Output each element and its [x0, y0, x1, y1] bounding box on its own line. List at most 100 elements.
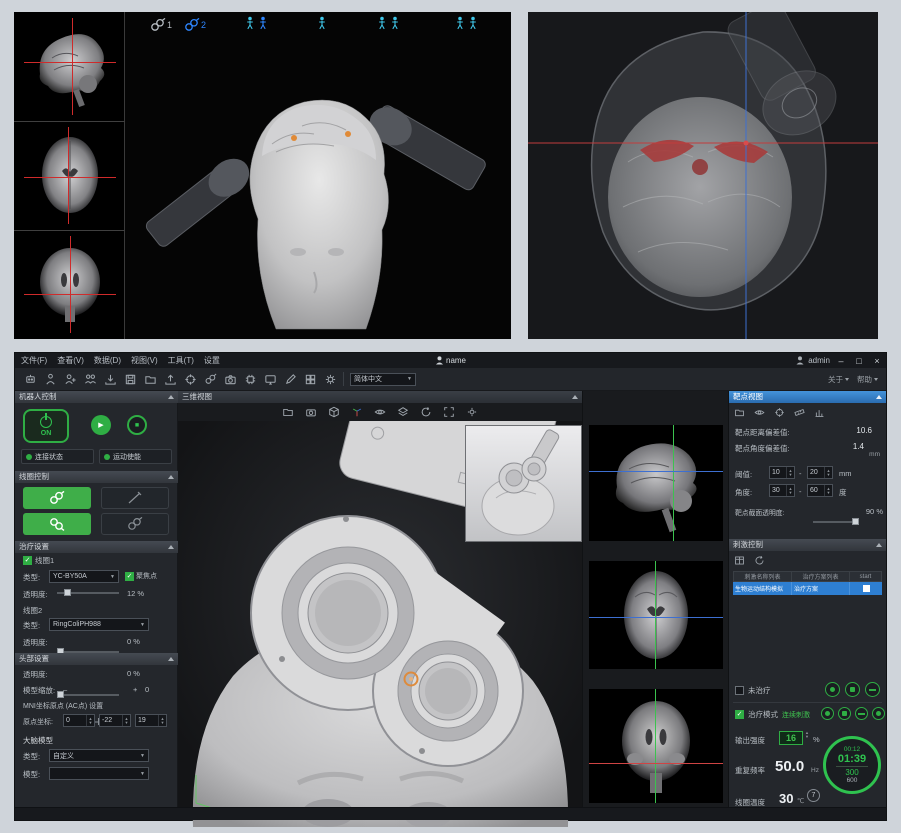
folder-icon[interactable]	[733, 406, 746, 419]
session-button-1[interactable]	[825, 682, 840, 697]
coil-2-indicator[interactable]: 2	[184, 18, 206, 32]
minus-icon[interactable]: –	[63, 685, 67, 694]
coil-mode-button-3[interactable]	[23, 513, 91, 535]
coord-y-spinner[interactable]: -22 ▲▼	[99, 714, 131, 727]
maximize-button[interactable]: □	[852, 354, 866, 368]
eye-icon[interactable]	[374, 406, 387, 419]
menu-tools[interactable]: 工具(T)	[168, 355, 194, 366]
thumbnail-coronal[interactable]	[24, 236, 116, 333]
coil-mode-button-1[interactable]	[23, 487, 91, 509]
eye-icon[interactable]	[753, 406, 766, 419]
table-icon[interactable]	[733, 554, 746, 567]
coil2-type-select[interactable]: RingColiPH988▼	[49, 618, 149, 631]
menu-settings[interactable]: 设置	[204, 355, 220, 366]
posture-group-1[interactable]	[246, 16, 267, 30]
focus-point-checkbox[interactable]: ✓	[125, 572, 134, 581]
output-intensity-field[interactable]: 16	[779, 731, 803, 745]
coord-z-spinner[interactable]: 19 ▲▼	[135, 714, 167, 727]
coil-3d-viewport[interactable]	[178, 421, 582, 807]
connection-status-button[interactable]: 连接状态	[21, 449, 94, 464]
mode-button-1[interactable]	[821, 707, 834, 720]
folder-icon[interactable]	[282, 406, 295, 419]
pen-icon[interactable]	[283, 372, 297, 387]
mri-axial-view[interactable]	[589, 561, 723, 669]
posture-group-3[interactable]	[378, 16, 399, 30]
robot-stop-button[interactable]: ■	[127, 415, 147, 435]
coord-x-spinner[interactable]: 0 ▲▼	[63, 714, 95, 727]
column-header[interactable]: 治疗方案列表	[792, 572, 850, 581]
menu-view[interactable]: 查看(V)	[57, 355, 84, 366]
patient-icon[interactable]	[43, 372, 57, 387]
column-header[interactable]: 刺激名称列表	[734, 572, 792, 581]
robot-icon[interactable]	[23, 372, 37, 387]
fit-view-icon[interactable]	[443, 406, 456, 419]
coil-inset-view[interactable]	[465, 425, 582, 542]
mode-button-4[interactable]	[872, 707, 885, 720]
minimize-button[interactable]: –	[834, 354, 848, 368]
menu-data[interactable]: 数据(D)	[94, 355, 121, 366]
target-panel-header[interactable]: 靶点视图	[729, 391, 886, 403]
gear-icon[interactable]	[323, 372, 337, 387]
menu-viewport[interactable]: 视图(V)	[131, 355, 158, 366]
chip-icon[interactable]	[243, 372, 257, 387]
threshold-min-spinner[interactable]: 10 ▲▼	[769, 466, 795, 479]
monitor-icon[interactable]	[263, 372, 277, 387]
rotate-icon[interactable]	[420, 406, 433, 419]
add-patient-icon[interactable]	[63, 372, 77, 387]
camera-icon[interactable]	[223, 372, 237, 387]
help-menu[interactable]: 帮助	[857, 374, 878, 385]
plus-icon[interactable]: +	[133, 685, 137, 694]
posture-group-4[interactable]	[456, 16, 477, 30]
about-menu[interactable]: 关于	[828, 374, 849, 385]
mri-sagittal-view[interactable]	[589, 425, 723, 541]
export-icon[interactable]	[163, 372, 177, 387]
ruler-icon[interactable]	[793, 406, 806, 419]
mode-button-3[interactable]	[855, 707, 868, 720]
robot-start-button[interactable]: ▶	[91, 415, 111, 435]
stim-panel-header[interactable]: 刺激控制	[729, 539, 886, 551]
menu-file[interactable]: 文件(F)	[21, 355, 47, 366]
coil-1-indicator[interactable]: 1	[150, 18, 172, 32]
grid-icon[interactable]	[303, 372, 317, 387]
save-icon[interactable]	[123, 372, 137, 387]
head-panel-header[interactable]: 头部设置	[15, 653, 178, 665]
target-opacity-slider[interactable]	[813, 516, 857, 527]
cube-icon[interactable]	[328, 406, 341, 419]
gear-icon[interactable]	[466, 406, 479, 419]
coil1-opacity-slider[interactable]	[57, 587, 119, 598]
target-icon[interactable]	[773, 406, 786, 419]
language-select[interactable]: 简体中文 ▼	[350, 373, 416, 386]
column-header[interactable]: start	[850, 572, 881, 581]
mode-button-2[interactable]	[838, 707, 851, 720]
angle-max-spinner[interactable]: 60 ▲▼	[807, 484, 833, 497]
camera-icon[interactable]	[305, 406, 318, 419]
axis-cube-icon[interactable]	[351, 406, 364, 419]
table-row[interactable]: 生物运动结构模拟 治疗方案	[733, 582, 882, 595]
posture-group-2[interactable]	[318, 16, 326, 30]
treat-mode-checkbox[interactable]: ✓	[735, 710, 744, 719]
layers-icon[interactable]	[397, 406, 410, 419]
refresh-icon[interactable]	[753, 554, 766, 567]
threshold-max-spinner[interactable]: 20 ▲▼	[807, 466, 833, 479]
angle-min-spinner[interactable]: 30 ▲▼	[769, 484, 795, 497]
coil-head-transparent-panel[interactable]	[528, 12, 878, 339]
intensity-stepper[interactable]: ▲▼	[805, 731, 809, 739]
coil-mode-button-4[interactable]	[101, 513, 169, 535]
chart-icon[interactable]	[813, 406, 826, 419]
coil-panel-header[interactable]: 线圈控制	[15, 471, 178, 483]
user-list-icon[interactable]	[83, 372, 97, 387]
coil1-type-select[interactable]: YC-BY50A▼	[49, 570, 119, 583]
mri-coronal-view[interactable]	[589, 689, 723, 803]
model-select[interactable]: ▼	[49, 767, 149, 780]
folder-icon[interactable]	[143, 372, 157, 387]
brain-type-select[interactable]: 自定义▼	[49, 749, 149, 762]
motion-enable-button[interactable]: 运动使能	[99, 449, 172, 464]
robot-panel-header[interactable]: 机器人控制	[15, 391, 178, 403]
thumbnail-sagittal[interactable]	[24, 18, 116, 115]
session-button-2[interactable]	[845, 682, 860, 697]
thumbnail-axial[interactable]	[24, 127, 116, 224]
untreated-checkbox[interactable]	[735, 686, 744, 695]
coil1-checkbox[interactable]: ✓	[23, 556, 32, 565]
coil-tool-icon[interactable]	[203, 372, 217, 387]
session-button-3[interactable]	[865, 682, 880, 697]
